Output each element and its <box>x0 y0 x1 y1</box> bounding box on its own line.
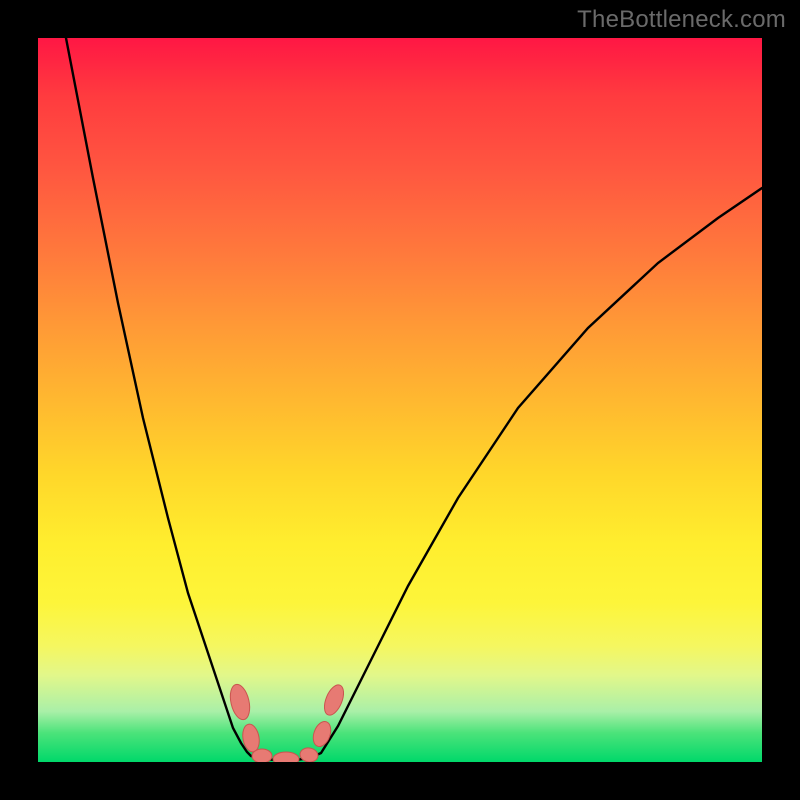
marker-left-upper <box>227 682 253 721</box>
marker-trough-1 <box>252 749 272 762</box>
curve-svg <box>38 38 762 762</box>
chart-frame: TheBottleneck.com <box>0 0 800 800</box>
marker-trough-2 <box>273 752 299 762</box>
plot-area <box>38 38 762 762</box>
bottleneck-curve <box>66 38 762 760</box>
marker-right-lower <box>310 719 334 749</box>
marker-right-upper <box>321 682 348 718</box>
watermark-text: TheBottleneck.com <box>577 6 786 34</box>
